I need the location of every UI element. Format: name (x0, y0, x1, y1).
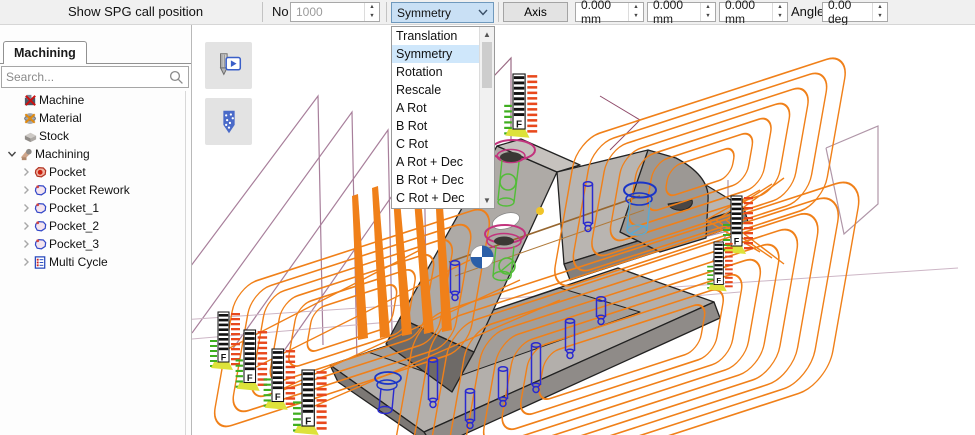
show-spg-call-position-label[interactable]: Show SPG call position (68, 4, 203, 19)
toolbar-separator (386, 2, 387, 22)
cam-scene: F (192, 25, 975, 435)
angle-value: 0.00 deg (823, 0, 872, 26)
pocket-blue-icon (32, 183, 49, 198)
dropdown-option-c-rot-dec[interactable]: C Rot + Dec (392, 189, 479, 207)
offset-y-value: 0.000 mm (648, 0, 700, 26)
tree-item-material[interactable]: Material (0, 109, 185, 127)
chevron-collapsed-icon[interactable] (20, 221, 32, 231)
dropdown-option-b-rot[interactable]: B Rot (392, 117, 479, 135)
shield-tool-icon (213, 106, 245, 138)
scroll-down-icon[interactable]: ▼ (480, 193, 494, 208)
dropdown-option-symmetry[interactable]: Symmetry (392, 45, 479, 63)
toolbar-separator (498, 2, 499, 22)
tree-item-pocket[interactable]: Pocket (0, 163, 185, 181)
search-input[interactable] (2, 70, 169, 84)
scroll-up-icon[interactable]: ▲ (480, 27, 494, 42)
tree-item-pocket-2[interactable]: Pocket_2 (0, 217, 185, 235)
offset-x-value: 0.000 mm (576, 0, 628, 26)
dropdown-option-b-rot-dec[interactable]: B Rot + Dec (392, 171, 479, 189)
spg-number-spinner[interactable]: ▲▼ (364, 3, 379, 21)
chevron-collapsed-icon[interactable] (20, 257, 32, 267)
angle-label: Angle (791, 4, 824, 19)
axis-button[interactable]: Axis (503, 2, 568, 22)
tool-protection-button[interactable] (205, 98, 252, 145)
3d-viewport[interactable]: F (192, 25, 975, 435)
transform-type-dropdown: Translation Symmetry Rotation Rescale A … (391, 26, 495, 209)
offset-z-spinner[interactable]: ▲▼ (772, 3, 787, 21)
chevron-collapsed-icon[interactable] (20, 239, 32, 249)
tree-search-box[interactable] (1, 66, 189, 88)
machine-icon (22, 93, 39, 108)
pocket-blue-icon (32, 219, 49, 234)
pocket-red-icon (32, 165, 49, 180)
offset-x-spinner[interactable]: ▲▼ (628, 3, 643, 21)
tree-item-machining[interactable]: Machining (0, 145, 185, 163)
chevron-collapsed-icon[interactable] (20, 167, 32, 177)
origin-marker (471, 246, 494, 269)
machining-tree: Machine Material Stock Machining Pocket (0, 91, 186, 435)
no-label: No (272, 4, 289, 19)
panel-tab-bar: Machining (0, 41, 191, 64)
pocket-blue-icon (32, 237, 49, 252)
offset-z-field[interactable]: 0.000 mm ▲▼ (719, 2, 788, 22)
dropdown-scrollbar[interactable]: ▲ ▼ (479, 27, 494, 208)
offset-z-value: 0.000 mm (720, 0, 772, 26)
dropdown-option-a-rot[interactable]: A Rot (392, 99, 479, 117)
chevron-down-icon (478, 9, 488, 16)
pocket-blue-icon (32, 201, 49, 216)
offset-y-field[interactable]: 0.000 mm ▲▼ (647, 2, 716, 22)
dropdown-option-c-rot[interactable]: C Rot (392, 135, 479, 153)
tree-item-stock[interactable]: Stock (0, 127, 185, 145)
offset-x-field[interactable]: 0.000 mm ▲▼ (575, 2, 644, 22)
machining-icon (18, 147, 35, 162)
spg-number-value: 1000 (291, 5, 364, 19)
dropdown-option-translation[interactable]: Translation (392, 27, 479, 45)
dropdown-option-rotation[interactable]: Rotation (392, 63, 479, 81)
transform-type-value: Symmetry (392, 6, 478, 20)
search-icon (169, 70, 184, 85)
multi-cycle-icon (32, 255, 49, 270)
simulate-button[interactable] (205, 42, 252, 89)
chevron-collapsed-icon[interactable] (20, 185, 32, 195)
material-icon (22, 111, 39, 126)
angle-spinner[interactable]: ▲▼ (872, 3, 887, 21)
offset-y-spinner[interactable]: ▲▼ (700, 3, 715, 21)
tab-machining[interactable]: Machining (3, 41, 87, 64)
angle-field[interactable]: 0.00 deg ▲▼ (822, 2, 888, 22)
tree-item-pocket-3[interactable]: Pocket_3 (0, 235, 185, 253)
toolbar-separator (262, 2, 263, 22)
tree-item-pocket-1[interactable]: Pocket_1 (0, 199, 185, 217)
tree-item-multi-cycle[interactable]: Multi Cycle (0, 253, 185, 271)
dropdown-option-rescale[interactable]: Rescale (392, 81, 479, 99)
transform-toolbar: Show SPG call position No 1000 ▲▼ Symmet… (0, 0, 975, 25)
tree-item-machine[interactable]: Machine (0, 91, 185, 109)
chevron-expanded-icon[interactable] (6, 149, 18, 159)
tree-item-pocket-rework[interactable]: Pocket Rework (0, 181, 185, 199)
dropdown-option-a-rot-dec[interactable]: A Rot + Dec (392, 153, 479, 171)
machining-manager-panel: Machining Machine Material Stock (0, 25, 192, 435)
spg-number-field[interactable]: 1000 ▲▼ (290, 2, 380, 22)
scroll-thumb[interactable] (482, 42, 492, 88)
tool-play-icon (213, 50, 245, 82)
transform-type-select[interactable]: Symmetry (391, 2, 494, 23)
stock-icon (22, 129, 39, 144)
chevron-collapsed-icon[interactable] (20, 203, 32, 213)
